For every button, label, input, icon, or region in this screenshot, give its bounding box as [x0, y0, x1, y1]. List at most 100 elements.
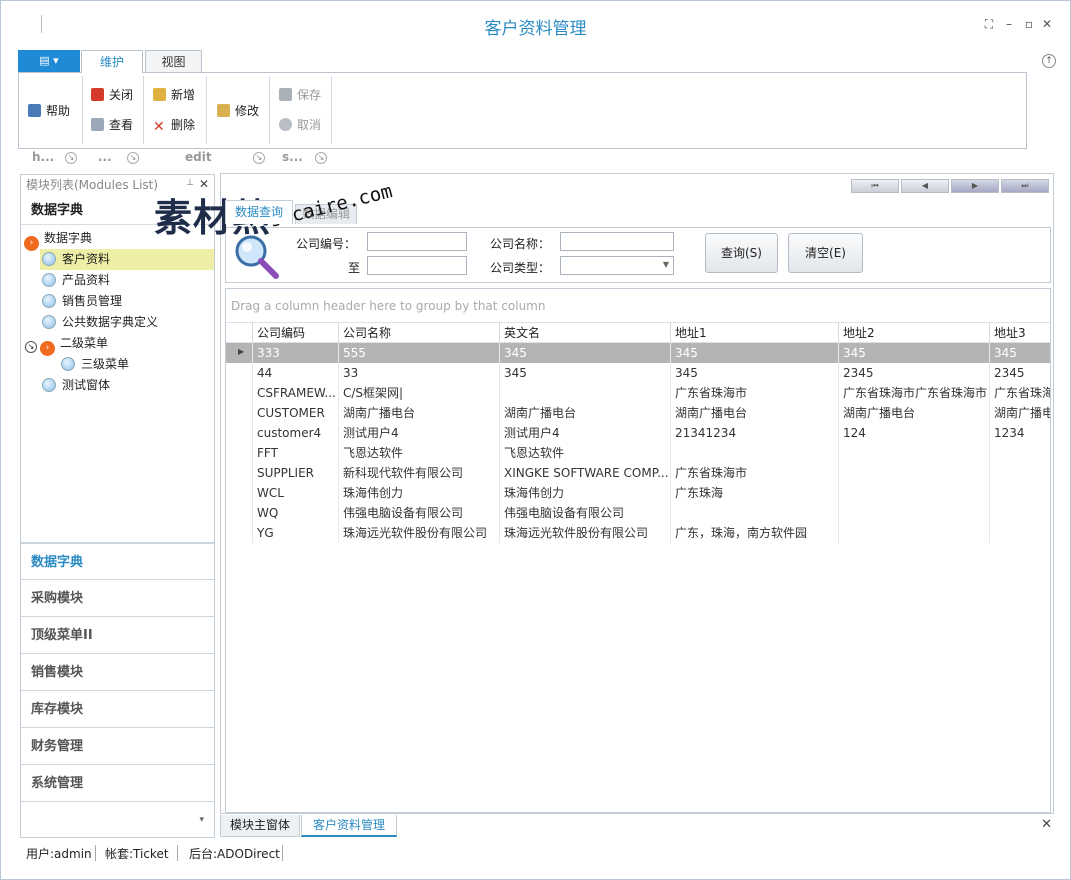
- table-cell[interactable]: [838, 443, 989, 463]
- tree-node-data-dict[interactable]: › 数据字典: [24, 228, 92, 251]
- company-code-to-input[interactable]: [367, 256, 467, 275]
- table-cell[interactable]: 湖南广播电台: [338, 403, 499, 423]
- table-row[interactable]: CUSTOMER 湖南广播电台 湖南广播电台 湖南广播电台 湖南广播电台 湖南广播电: [226, 403, 1050, 423]
- table-cell[interactable]: 广东省珠海: [989, 383, 1050, 403]
- column-header[interactable]: 地址2: [838, 323, 989, 343]
- column-header[interactable]: 地址1: [670, 323, 838, 343]
- doc-tab-customer[interactable]: 客户资料管理: [301, 815, 397, 837]
- table-cell[interactable]: 345: [499, 363, 670, 383]
- nav-data-dict[interactable]: 数据字典: [21, 542, 214, 579]
- delete-button[interactable]: ✕ 删除: [153, 116, 195, 134]
- help-button[interactable]: 帮助: [28, 102, 70, 120]
- table-cell[interactable]: CUSTOMER: [252, 403, 338, 423]
- table-cell[interactable]: 飞恩达软件: [499, 443, 670, 463]
- table-cell[interactable]: 湖南广播电台: [838, 403, 989, 423]
- tree-node-test-form[interactable]: 测试窗体: [42, 375, 110, 396]
- panel-close-icon[interactable]: ✕: [199, 177, 209, 191]
- table-cell[interactable]: 345: [989, 343, 1050, 363]
- table-cell[interactable]: [838, 523, 989, 543]
- table-row[interactable]: ▶ 333 555 345 345 345 345: [226, 343, 1050, 363]
- tab-data-query[interactable]: 数据查询: [225, 200, 293, 224]
- table-cell[interactable]: CSFRAMEW...: [252, 383, 338, 403]
- column-header[interactable]: 公司名称: [338, 323, 499, 343]
- table-cell[interactable]: WCL: [252, 483, 338, 503]
- table-cell[interactable]: 555: [338, 343, 499, 363]
- expand-icon[interactable]: ↘: [25, 341, 37, 353]
- table-cell[interactable]: 333: [252, 343, 338, 363]
- table-cell[interactable]: 测试用户4: [499, 423, 670, 443]
- table-row[interactable]: CSFRAMEW... C/S框架网| 广东省珠海市 广东省珠海市广东省珠海市 广东省珠…: [226, 383, 1050, 403]
- tree-node-salesperson[interactable]: 销售员管理: [42, 291, 122, 312]
- table-cell[interactable]: 飞恩达软件: [338, 443, 499, 463]
- table-cell[interactable]: 珠海远光软件股份有限公司: [338, 523, 499, 543]
- prev-record-button[interactable]: ◀: [901, 179, 949, 193]
- nav-finance[interactable]: 财务管理: [21, 727, 214, 764]
- table-cell[interactable]: 广东，珠海，南方软件园: [670, 523, 838, 543]
- group-expand-icon[interactable]: ↘: [253, 152, 265, 164]
- table-cell[interactable]: 伟强电脑设备有限公司: [499, 503, 670, 523]
- app-menu-button[interactable]: ▤ ▾: [18, 50, 80, 72]
- fullscreen-icon[interactable]: ⛶: [981, 16, 997, 32]
- save-button[interactable]: 保存: [279, 86, 321, 104]
- table-cell[interactable]: 广东省珠海市: [670, 463, 838, 483]
- table-row[interactable]: customer4 测试用户4 测试用户4 21341234 124 1234: [226, 423, 1050, 443]
- table-cell[interactable]: [838, 483, 989, 503]
- table-cell[interactable]: 124: [838, 423, 989, 443]
- tab-view[interactable]: 视图: [145, 50, 202, 73]
- edit-button[interactable]: 修改: [217, 102, 259, 120]
- tree-node-customer[interactable]: 客户资料: [40, 249, 214, 270]
- tree-node-product[interactable]: 产品资料: [42, 270, 110, 291]
- table-row[interactable]: 44 33 345 345 2345 2345: [226, 363, 1050, 383]
- table-cell[interactable]: 21341234: [670, 423, 838, 443]
- view-button[interactable]: 查看: [91, 116, 133, 134]
- table-cell[interactable]: 广东省珠海市: [670, 383, 838, 403]
- table-cell[interactable]: 珠海伟创力: [499, 483, 670, 503]
- close-button[interactable]: 关闭: [91, 86, 133, 104]
- table-cell[interactable]: 345: [670, 343, 838, 363]
- table-cell[interactable]: [989, 463, 1050, 483]
- table-cell[interactable]: 测试用户4: [338, 423, 499, 443]
- table-cell[interactable]: 345: [838, 343, 989, 363]
- table-cell[interactable]: 广东珠海: [670, 483, 838, 503]
- table-cell[interactable]: [989, 443, 1050, 463]
- table-cell[interactable]: 44: [252, 363, 338, 383]
- table-cell[interactable]: [670, 443, 838, 463]
- company-type-select[interactable]: ▼: [560, 256, 674, 275]
- table-cell[interactable]: 345: [670, 363, 838, 383]
- group-expand-icon[interactable]: ↘: [65, 152, 77, 164]
- nav-inventory[interactable]: 库存模块: [21, 690, 214, 727]
- ribbon-collapse-icon[interactable]: ↑: [1042, 54, 1056, 68]
- table-cell[interactable]: 珠海伟创力: [338, 483, 499, 503]
- table-cell[interactable]: [838, 503, 989, 523]
- tree-node-third-menu[interactable]: 三级菜单: [61, 354, 129, 375]
- table-cell[interactable]: YG: [252, 523, 338, 543]
- minimize-button[interactable]: –: [1001, 16, 1017, 32]
- table-cell[interactable]: 伟强电脑设备有限公司: [338, 503, 499, 523]
- column-header[interactable]: 英文名: [499, 323, 670, 343]
- group-expand-icon[interactable]: ↘: [127, 152, 139, 164]
- group-expand-icon[interactable]: ↘: [315, 152, 327, 164]
- nav-sales[interactable]: 销售模块: [21, 653, 214, 690]
- table-cell[interactable]: customer4: [252, 423, 338, 443]
- table-row[interactable]: YG 珠海远光软件股份有限公司 珠海远光软件股份有限公司 广东，珠海，南方软件园: [226, 523, 1050, 543]
- table-cell[interactable]: [989, 503, 1050, 523]
- table-cell[interactable]: 湖南广播电台: [499, 403, 670, 423]
- table-cell[interactable]: 345: [499, 343, 670, 363]
- table-cell[interactable]: [989, 523, 1050, 543]
- table-cell[interactable]: [989, 483, 1050, 503]
- nav-system[interactable]: 系统管理: [21, 764, 214, 801]
- clear-button[interactable]: 清空(E): [788, 233, 863, 273]
- table-row[interactable]: FFT 飞恩达软件 飞恩达软件: [226, 443, 1050, 463]
- add-button[interactable]: 新增: [153, 86, 195, 104]
- table-cell[interactable]: WQ: [252, 503, 338, 523]
- tab-maintain[interactable]: 维护: [81, 50, 143, 73]
- table-cell[interactable]: 2345: [838, 363, 989, 383]
- table-cell[interactable]: 1234: [989, 423, 1050, 443]
- table-cell[interactable]: XINGKE SOFTWARE COMP...: [499, 463, 670, 483]
- last-record-button[interactable]: ⏭: [1001, 179, 1049, 193]
- table-row[interactable]: SUPPLIER 新科现代软件有限公司 XINGKE SOFTWARE COMP..…: [226, 463, 1050, 483]
- table-cell[interactable]: C/S框架网|: [338, 383, 499, 403]
- close-window-button[interactable]: ✕: [1039, 16, 1055, 32]
- table-cell[interactable]: 广东省珠海市广东省珠海市: [838, 383, 989, 403]
- table-cell[interactable]: 新科现代软件有限公司: [338, 463, 499, 483]
